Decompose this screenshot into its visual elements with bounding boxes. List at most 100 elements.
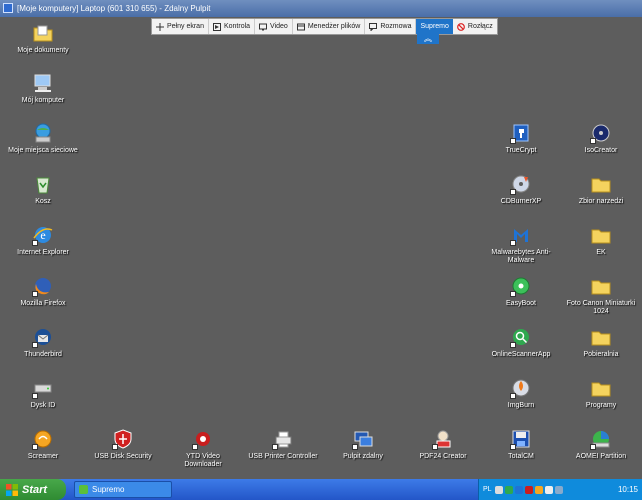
file-manager-icon — [296, 23, 305, 30]
tray-icon-usb[interactable] — [554, 485, 563, 494]
icon-label: Mój komputer — [21, 97, 65, 104]
desktop-icon-programy[interactable]: Programy — [566, 377, 636, 410]
icon-label: TotalCM — [508, 453, 534, 460]
fullscreen-button[interactable]: Pełny ekran — [152, 19, 209, 34]
icon-label: Pobieralnia — [583, 351, 619, 358]
desktop-icon-isocreator[interactable]: IsoCreator — [566, 122, 636, 155]
desktop-icon-imgburn[interactable]: ImgBurn — [486, 377, 556, 410]
desktop-icon-kosz[interactable]: Kosz — [8, 173, 78, 206]
desktop-icon-onlinescannerapp[interactable]: OnlineScannerApp — [486, 326, 556, 359]
icon-label: Kosz — [35, 198, 51, 205]
remote-desktop-icon — [352, 428, 374, 450]
icon-label: EasyBoot — [506, 300, 536, 307]
desktop-icon-foto-canon[interactable]: Foto Canon Miniaturki 1024 — [566, 275, 636, 316]
icon-label: ImgBurn — [507, 402, 535, 409]
window-title: [Moje komputery] Laptop (601 310 655) - … — [17, 4, 211, 13]
printer-icon — [272, 428, 294, 450]
desktop-icon-usb-disk-security[interactable]: USB Disk Security — [88, 428, 158, 461]
icon-label: TrueCrypt — [505, 147, 537, 154]
desktop-icon-easyboot[interactable]: EasyBoot — [486, 275, 556, 308]
start-button[interactable]: Start — [0, 479, 66, 500]
icon-label: Moje dokumenty — [17, 47, 69, 54]
firefox-icon — [32, 275, 54, 297]
video-button[interactable]: Video — [255, 19, 293, 34]
desktop-icon-malwarebytes[interactable]: Malwarebytes Anti-Malware — [486, 224, 556, 265]
drive-icon — [32, 377, 54, 399]
icon-label: Moje miejsca sieciowe — [8, 147, 78, 154]
control-label: Kontrola — [223, 23, 251, 30]
desktop-icon-cdburnerxp[interactable]: CDBurnerXP — [486, 173, 556, 206]
icon-label: Foto Canon Miniaturki 1024 — [566, 300, 636, 315]
icon-label: Screamer — [27, 453, 59, 460]
desktop-icon-thunderbird[interactable]: Thunderbird — [8, 326, 78, 359]
desktop-icon-moj-komputer[interactable]: Mój komputer — [8, 72, 78, 105]
icon-label: USB Printer Controller — [248, 453, 318, 460]
fullscreen-label: Pełny ekran — [167, 23, 204, 30]
network-places-icon — [32, 122, 54, 144]
tray-icon-supremo[interactable] — [504, 485, 513, 494]
desktop-icon-pdf24-creator[interactable]: PDF24 Creator — [408, 428, 478, 461]
taskbar: Start Supremo PL 10:15 — [0, 479, 642, 500]
disconnect-label: Rozłącz — [467, 23, 493, 30]
easyboot-icon — [510, 275, 532, 297]
icon-label: OnlineScannerApp — [491, 351, 551, 358]
icon-label: YTD Video Downloader — [184, 453, 222, 468]
totalcmd-icon — [510, 428, 532, 450]
desktop-icon-moje-dokumenty[interactable]: Moje dokumenty — [8, 22, 78, 55]
desktop-icon-moje-miejsca-sieciowe[interactable]: Moje miejsca sieciowe — [8, 122, 78, 155]
icon-label: Zbior narzedzi — [578, 198, 624, 205]
file-manager-button[interactable]: Menedżer plików — [293, 19, 366, 34]
control-icon — [212, 22, 221, 31]
disconnect-button[interactable]: Rozłącz — [453, 19, 497, 34]
computer-icon — [32, 72, 54, 94]
desktop-icon-ytd-video-downloader[interactable]: YTD Video Downloader — [168, 428, 238, 469]
online-scanner-icon — [510, 326, 532, 348]
folder-icon — [590, 173, 612, 195]
icon-label: CDBurnerXP — [500, 198, 542, 205]
tray-icon-network[interactable] — [544, 485, 553, 494]
icon-label: Pulpit zdalny — [343, 453, 383, 460]
internet-explorer-icon: e — [32, 224, 54, 246]
chat-button[interactable]: Rozmowa — [365, 19, 417, 34]
tray-icon-malwarebytes[interactable] — [514, 485, 523, 494]
taskbar-item-supremo[interactable]: Supremo — [74, 481, 172, 498]
desktop-icon-mozilla-firefox[interactable]: Mozilla Firefox — [8, 275, 78, 308]
pdf24-icon — [432, 428, 454, 450]
video-icon — [259, 23, 268, 30]
icon-label: Internet Explorer — [17, 249, 69, 256]
desktop-icon-ek[interactable]: EK — [566, 224, 636, 257]
folder-icon — [590, 224, 612, 246]
desktop-icon-screamer[interactable]: Screamer — [8, 428, 78, 461]
clock[interactable]: 10:15 — [618, 485, 638, 494]
supremo-icon — [79, 485, 88, 494]
start-label: Start — [22, 483, 48, 496]
window-titlebar[interactable]: [Moje komputery] Laptop (601 310 655) - … — [0, 0, 642, 17]
desktop-icon-totalcm[interactable]: TotalCM — [486, 428, 556, 461]
desktop-icon-usb-printer-controller[interactable]: USB Printer Controller — [248, 428, 318, 461]
desktop-icon-dysk-id[interactable]: Dysk ID — [8, 377, 78, 410]
desktop-icon-pulpit-zdalny[interactable]: Pulpit zdalny — [328, 428, 398, 461]
language-indicator[interactable]: PL — [483, 486, 492, 493]
desktop-icon-aomei-partition[interactable]: AOMEI Partition — [566, 428, 636, 461]
desktop-icon-truecrypt[interactable]: TrueCrypt — [486, 122, 556, 155]
desktop-icon-zbior-narzedzi[interactable]: Zbior narzedzi — [566, 173, 636, 206]
ytd-downloader-icon — [192, 428, 214, 450]
desktop-icon-internet-explorer[interactable]: e Internet Explorer — [8, 224, 78, 257]
tab-supremo[interactable]: Supremo — [416, 19, 453, 34]
icon-label: USB Disk Security — [94, 453, 152, 460]
video-label: Video — [270, 23, 288, 30]
supremo-label: Supremo — [420, 23, 449, 30]
folder-icon — [590, 275, 612, 297]
tray-icon-help[interactable] — [494, 485, 503, 494]
tray-icon-security[interactable] — [524, 485, 533, 494]
truecrypt-icon — [510, 122, 532, 144]
toolbar-collapse-button[interactable]: ︽ — [417, 33, 439, 44]
tray-icon-audio[interactable] — [534, 485, 543, 494]
desktop-icon-pobieralnia[interactable]: Pobieralnia — [566, 326, 636, 359]
control-button[interactable]: Kontrola — [209, 19, 256, 34]
icon-label: Malwarebytes Anti-Malware — [491, 249, 551, 264]
usb-disk-security-icon — [112, 428, 134, 450]
cdburner-icon — [510, 173, 532, 195]
thunderbird-icon — [32, 326, 54, 348]
disconnect-icon — [456, 22, 465, 31]
